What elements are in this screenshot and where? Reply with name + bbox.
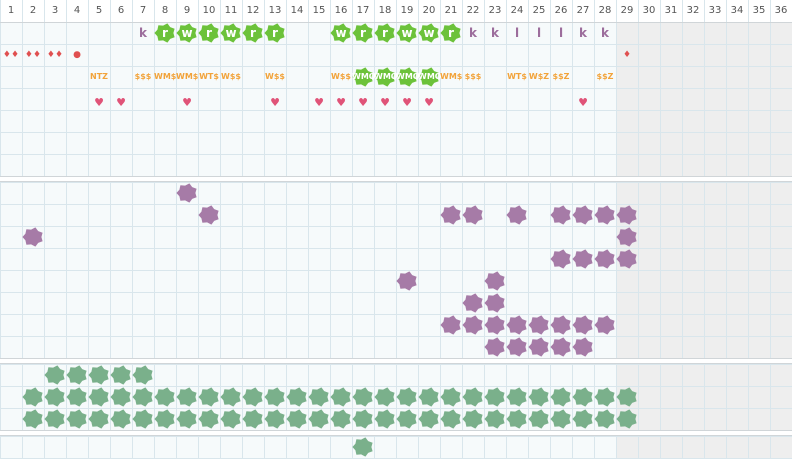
code-marker[interactable]: W$Z [528,66,550,88]
day-header-8[interactable]: 8 [154,0,176,22]
day-header-27[interactable]: 27 [572,0,594,22]
code-marker[interactable]: WMO [352,66,376,88]
day-header-14[interactable]: 14 [286,0,308,22]
day-header-6[interactable]: 6 [110,0,132,22]
day-header-29[interactable]: 29 [616,0,638,22]
code-marker[interactable]: WT$ [198,66,220,88]
heart-icon[interactable]: ♥ [572,92,594,114]
day-header-17[interactable]: 17 [352,0,374,22]
day-header-1[interactable]: 1 [0,0,22,22]
day-header-28[interactable]: 28 [594,0,616,22]
letter-marker[interactable]: r [374,22,396,44]
day-header-10[interactable]: 10 [198,0,220,22]
letter-marker[interactable]: w [176,22,198,44]
day-header-2[interactable]: 2 [22,0,44,22]
code-marker[interactable]: $$Z [594,66,616,88]
day-header-36[interactable]: 36 [770,0,792,22]
heart-icon[interactable]: ♥ [176,92,198,114]
letter-marker[interactable]: k [132,22,154,44]
day-header-25[interactable]: 25 [528,0,550,22]
drop-icon[interactable]: ♦♦ [0,44,22,66]
code-marker[interactable]: W$$ [264,66,286,88]
heart-icon[interactable]: ♥ [418,92,440,114]
heart-icon[interactable]: ♥ [88,92,110,114]
code-marker[interactable]: WM$ [154,66,176,88]
code-marker[interactable]: $$$ [462,66,484,88]
day-header-24[interactable]: 24 [506,0,528,22]
letter-marker[interactable]: r [352,22,374,44]
day-header-5[interactable]: 5 [88,0,110,22]
code-marker[interactable]: WMO [396,66,420,88]
letter-marker[interactable]: w [396,22,418,44]
heart-icon[interactable]: ♥ [396,92,418,114]
drop-icon[interactable]: ♦♦ [22,44,44,66]
heart-icon[interactable]: ♥ [330,92,352,114]
day-header-4[interactable]: 4 [66,0,88,22]
code-marker[interactable]: W$$ [220,66,242,88]
letter-marker[interactable]: k [484,22,506,44]
day-header-33[interactable]: 33 [704,0,726,22]
heart-icon[interactable]: ♥ [308,92,330,114]
code-marker[interactable]: WMO [418,66,442,88]
letter-marker[interactable]: r [198,22,220,44]
day-header-16[interactable]: 16 [330,0,352,22]
day-header-9[interactable]: 9 [176,0,198,22]
day-header-7[interactable]: 7 [132,0,154,22]
code-marker[interactable]: WM$ [176,66,198,88]
heart-icon[interactable]: ♥ [264,92,286,114]
code-marker[interactable]: WMO [374,66,398,88]
code-marker[interactable]: WT$ [506,66,528,88]
drop-icon[interactable]: ♦♦ [44,44,66,66]
day-header-13[interactable]: 13 [264,0,286,22]
letter-marker[interactable]: w [330,22,352,44]
day-header-3[interactable]: 3 [44,0,66,22]
code-marker[interactable]: $$Z [550,66,572,88]
day-header-35[interactable]: 35 [748,0,770,22]
drop-icon[interactable]: ♦ [616,44,638,66]
letter-marker[interactable]: l [550,22,572,44]
letter-marker[interactable]: r [242,22,264,44]
letter-marker[interactable]: r [440,22,462,44]
day-header-21[interactable]: 21 [440,0,462,22]
day-header-30[interactable]: 30 [638,0,660,22]
letter-marker[interactable]: w [418,22,440,44]
day-header-26[interactable]: 26 [550,0,572,22]
heart-icon[interactable]: ♥ [352,92,374,114]
day-header-18[interactable]: 18 [374,0,396,22]
letter-marker[interactable]: k [462,22,484,44]
code-marker[interactable]: W$$ [330,66,352,88]
code-marker[interactable]: WM$ [440,66,462,88]
day-header-32[interactable]: 32 [682,0,704,22]
day-header-22[interactable]: 22 [462,0,484,22]
day-header-23[interactable]: 23 [484,0,506,22]
code-marker[interactable]: $$$ [132,66,154,88]
letter-marker[interactable]: r [264,22,286,44]
day-header-19[interactable]: 19 [396,0,418,22]
letter-marker[interactable]: l [528,22,550,44]
day-header-11[interactable]: 11 [220,0,242,22]
day-header-15[interactable]: 15 [308,0,330,22]
heart-icon[interactable]: ♥ [110,92,132,114]
day-header-34[interactable]: 34 [726,0,748,22]
letter-marker[interactable]: l [506,22,528,44]
letter-marker[interactable]: r [154,22,176,44]
day-header-31[interactable]: 31 [660,0,682,22]
drop-icon[interactable]: ● [66,44,88,66]
letter-marker[interactable]: w [220,22,242,44]
heart-icon[interactable]: ♥ [374,92,396,114]
letter-marker[interactable]: k [572,22,594,44]
letter-marker[interactable]: k [594,22,616,44]
day-header-20[interactable]: 20 [418,0,440,22]
code-marker[interactable]: NTZ [88,66,110,88]
day-header-12[interactable]: 12 [242,0,264,22]
